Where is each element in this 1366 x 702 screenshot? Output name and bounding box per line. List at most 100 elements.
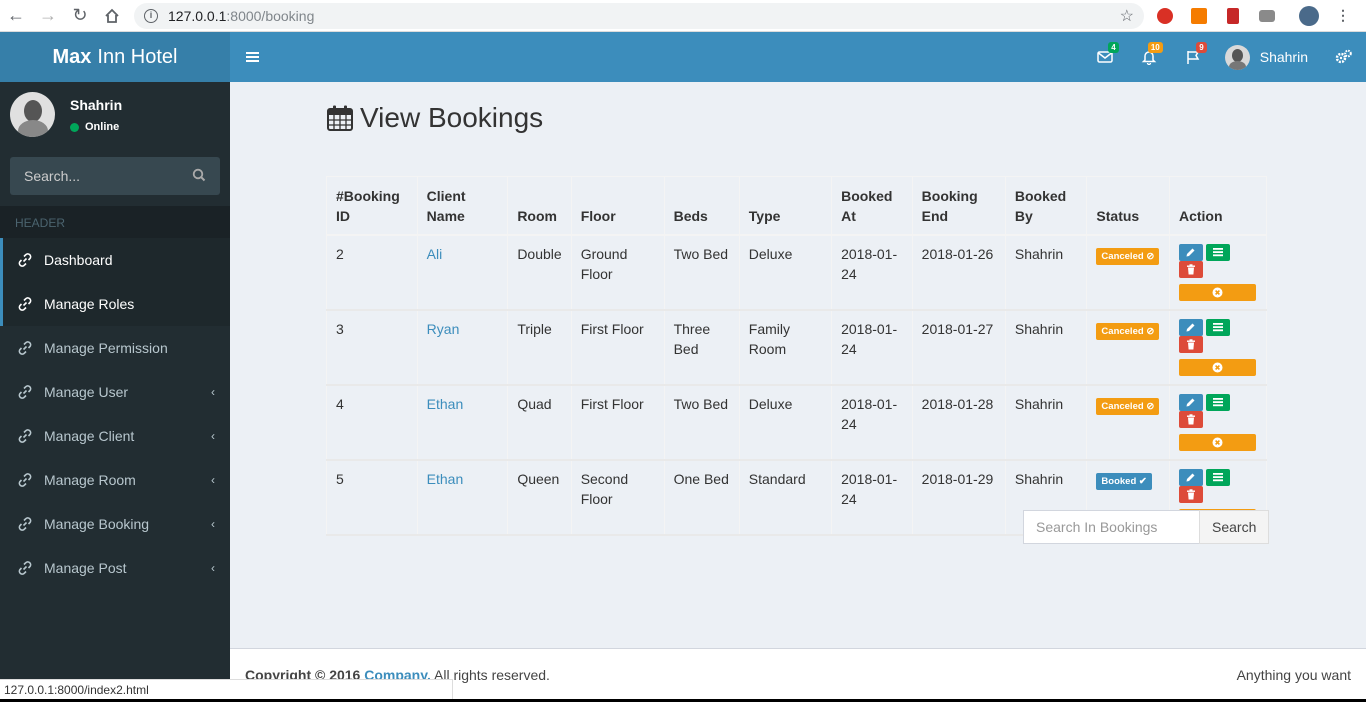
- booking-end-cell: 2018-01-29: [912, 459, 1006, 536]
- camera-icon[interactable]: [1254, 3, 1280, 29]
- sidebar-item-manage-post[interactable]: Manage Post ‹: [0, 546, 230, 590]
- bookings-search-input[interactable]: [1023, 510, 1200, 544]
- extension-icon[interactable]: [1152, 3, 1178, 29]
- address-bar[interactable]: i 127.0.0.1:8000/booking ☆: [134, 2, 1144, 29]
- edit-button[interactable]: [1178, 393, 1203, 411]
- beds-cell: Two Bed: [664, 384, 740, 461]
- type-cell: Standard: [739, 459, 833, 536]
- edit-button[interactable]: [1178, 468, 1203, 486]
- list-icon: [1212, 248, 1223, 257]
- list-icon: [1212, 323, 1223, 332]
- extension-icon[interactable]: [1186, 3, 1212, 29]
- site-info-icon[interactable]: i: [144, 8, 158, 23]
- delete-button[interactable]: [1178, 485, 1203, 503]
- sidebar-item-manage-booking[interactable]: Manage Booking ‹: [0, 502, 230, 546]
- beds-cell: Two Bed: [664, 234, 740, 311]
- booking-end-cell: 2018-01-26: [912, 234, 1006, 311]
- client-link[interactable]: Ethan: [427, 471, 464, 487]
- booking-id-cell: 2: [326, 234, 418, 311]
- sidebar-item-label: Dashboard: [44, 252, 113, 268]
- search-icon[interactable]: [192, 168, 206, 185]
- logo-rest: Inn Hotel: [97, 45, 178, 68]
- chevron-left-icon[interactable]: ‹: [211, 517, 215, 531]
- list-icon: [1212, 473, 1223, 482]
- sidebar-item-label: Manage User: [44, 384, 129, 400]
- status-badge: Canceled ⊘: [1096, 397, 1160, 415]
- messages-badge: 4: [1108, 42, 1119, 53]
- reload-icon[interactable]: ↻: [64, 0, 96, 32]
- cancel-booking-button[interactable]: [1178, 433, 1256, 451]
- forward-icon[interactable]: →: [32, 0, 64, 32]
- booked-at-cell: 2018-01-24: [831, 234, 913, 311]
- bookings-table-wrap: #Booking ID Client Name Room Floor Beds Type B…: [326, 176, 1268, 536]
- bookings-table: #Booking ID Client Name Room Floor Beds Type B…: [326, 176, 1268, 536]
- search-button[interactable]: Search: [1199, 510, 1270, 544]
- booking-end-cell: 2018-01-27: [912, 309, 1006, 386]
- control-sidebar-toggle[interactable]: [1322, 32, 1366, 82]
- sidebar-item-manage-room[interactable]: Manage Room ‹: [0, 458, 230, 502]
- notifications-menu[interactable]: 10: [1127, 32, 1171, 82]
- chevron-left-icon[interactable]: ‹: [211, 473, 215, 487]
- sidebar-item-manage-user[interactable]: Manage User ‹: [0, 370, 230, 414]
- details-button[interactable]: [1205, 318, 1230, 336]
- tasks-menu[interactable]: 9: [1171, 32, 1215, 82]
- logo-bold: Max: [52, 45, 92, 68]
- link-icon: [18, 561, 34, 575]
- sidebar-item-manage-permission[interactable]: Manage Permission: [0, 326, 230, 370]
- content-wrapper: View Bookings #Booking ID Client Name Room…: [230, 82, 1366, 648]
- extension-icon[interactable]: [1220, 3, 1246, 29]
- browser-menu-icon[interactable]: ⋮: [1330, 3, 1356, 29]
- column-header: Type: [739, 176, 833, 236]
- client-link[interactable]: Ethan: [427, 396, 464, 412]
- times-circle-icon: [1212, 287, 1223, 297]
- sidebar-item-dashboard[interactable]: Dashboard: [0, 238, 230, 282]
- delete-button[interactable]: [1178, 410, 1203, 428]
- delete-button[interactable]: [1178, 335, 1203, 353]
- avatar: [1224, 44, 1250, 70]
- browser-toolbar: ← → ↻ i 127.0.0.1:8000/booking ☆ ⋮: [0, 0, 1366, 32]
- user-menu[interactable]: Shahrin: [1215, 32, 1322, 82]
- home-icon[interactable]: [96, 0, 128, 32]
- details-button[interactable]: [1205, 393, 1230, 411]
- edit-button[interactable]: [1178, 243, 1203, 261]
- client-link[interactable]: Ali: [427, 246, 443, 262]
- cancel-booking-button[interactable]: [1178, 358, 1256, 376]
- back-icon[interactable]: ←: [0, 0, 32, 32]
- sidebar-search-input[interactable]: Search...: [24, 168, 80, 184]
- details-button[interactable]: [1205, 243, 1230, 261]
- sidebar-item-label: Manage Booking: [44, 516, 150, 532]
- trash-icon: [1186, 338, 1195, 349]
- floor-cell: Second Floor: [571, 459, 665, 536]
- chevron-left-icon[interactable]: ‹: [211, 429, 215, 443]
- client-link[interactable]: Ryan: [427, 321, 460, 337]
- list-icon: [1212, 398, 1223, 407]
- link-icon: [18, 341, 34, 355]
- floor-cell: First Floor: [571, 309, 665, 386]
- bookmark-star-icon[interactable]: ☆: [1120, 6, 1134, 26]
- page-title-text: View Bookings: [360, 102, 544, 133]
- chevron-left-icon[interactable]: ‹: [211, 561, 215, 575]
- column-header: #Booking ID: [326, 176, 418, 236]
- link-icon: [18, 253, 34, 267]
- edit-button[interactable]: [1178, 318, 1203, 336]
- status-badge: Canceled ⊘: [1096, 322, 1160, 340]
- table-row: 3 Ryan Triple First Floor Three Bed Family Ro…: [326, 309, 1268, 386]
- app-logo[interactable]: Max Inn Hotel: [0, 32, 230, 82]
- status-badge: Canceled ⊘: [1096, 247, 1160, 265]
- table-row: 4 Ethan Quad First Floor Two Bed Deluxe 2018-0…: [326, 384, 1268, 461]
- sidebar-item-manage-client[interactable]: Manage Client ‹: [0, 414, 230, 458]
- action-cell: [1169, 384, 1268, 461]
- messages-menu[interactable]: 4: [1083, 32, 1127, 82]
- details-button[interactable]: [1205, 468, 1230, 486]
- chevron-left-icon[interactable]: ‹: [211, 385, 215, 399]
- cancel-booking-button[interactable]: [1178, 283, 1256, 301]
- delete-button[interactable]: [1178, 260, 1203, 278]
- profile-avatar-icon[interactable]: [1296, 3, 1322, 29]
- booked-by-cell: Shahrin: [1005, 309, 1088, 386]
- sidebar-user-name: Shahrin: [70, 97, 123, 113]
- link-icon: [18, 473, 34, 487]
- sidebar-item-manage-roles[interactable]: Manage Roles: [0, 282, 230, 326]
- sidebar-search[interactable]: Search...: [10, 157, 220, 195]
- sidebar-toggle-icon[interactable]: [230, 32, 274, 82]
- ban-icon: ⊘: [1146, 250, 1155, 262]
